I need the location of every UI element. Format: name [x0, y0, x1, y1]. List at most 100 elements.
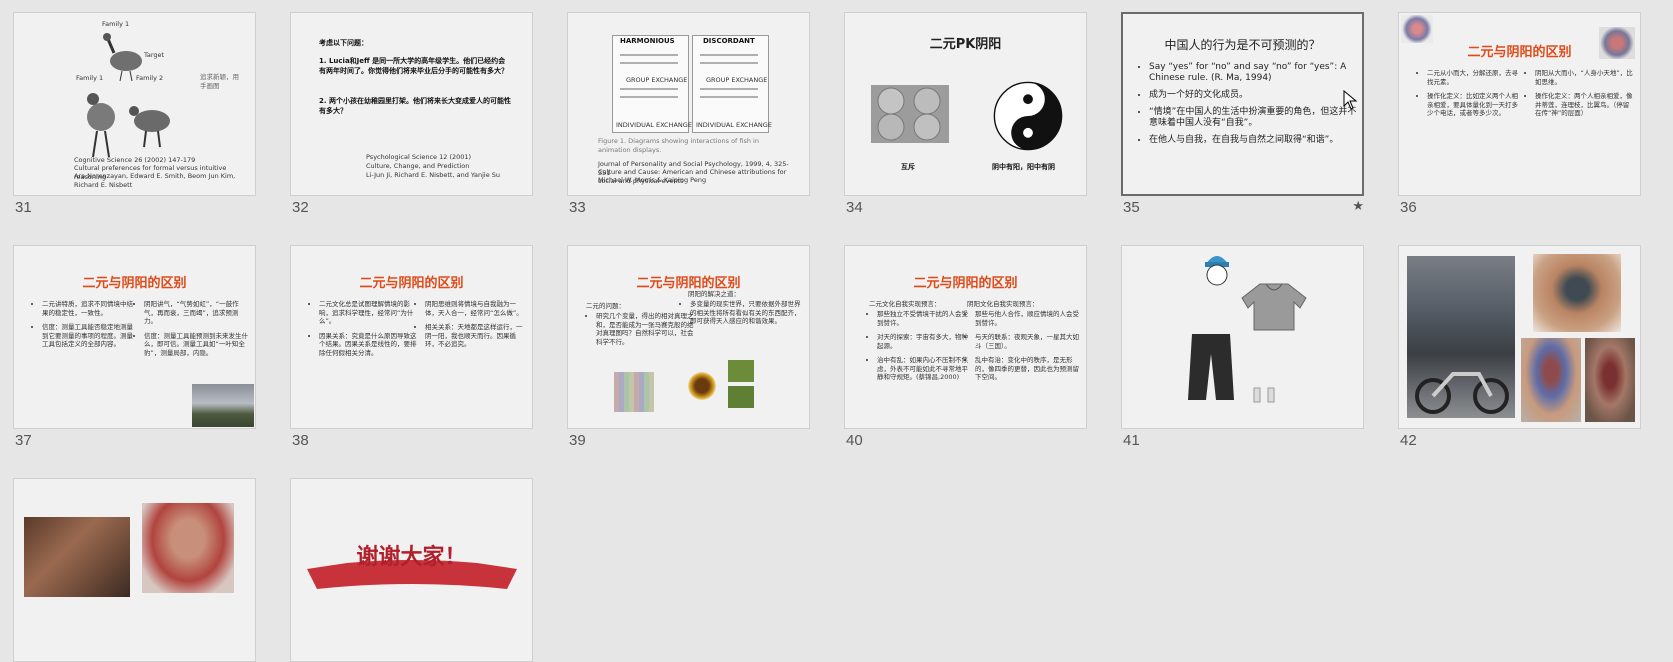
socks-image — [1253, 387, 1275, 403]
jeans-image — [1188, 334, 1234, 400]
reference: Psychological Science 12 (2001) — [366, 153, 472, 161]
plant-image-top — [728, 360, 754, 382]
bird-figure-right — [129, 106, 170, 148]
bullet-item: 二元文化总是试图理解情境的影响，追求科学理性，经常问“为什么”。 — [319, 300, 419, 326]
column-heading: 阴阳文化自我实现预言： — [967, 300, 1039, 308]
reference: Li-Jun Ji, Richard E. Nisbett, and Yanji… — [366, 171, 501, 179]
bullet-item: 那些独立不受情境干扰的人会受到赞许。 — [877, 310, 973, 327]
slide-preview[interactable] — [13, 478, 256, 662]
slide-preview[interactable]: 二元与阴阳的区别 二元讲特质，追求不同情境中结果的稳定性，一致性。 信度：测量工… — [13, 245, 256, 429]
bullet-item: 二元从小而大，分解还原，去寻找元素。 — [1427, 69, 1522, 86]
bullet-item: 信度：测量工具能否稳定地测量到它要测量的事项的程度。测量工具包括定义的全部内容。 — [42, 323, 137, 349]
plant-image-bottom — [728, 386, 754, 408]
panel-footer: INDIVIDUAL EXCHANGE — [616, 121, 692, 129]
slide-number: 36 — [1400, 199, 1417, 216]
back-tattoo-photo-2 — [1585, 338, 1635, 422]
bullet-list-right: 多变量的现实世界，只要依据外部世界的相关性将所有看似有关的东西配齐，即可获得天人… — [680, 300, 805, 332]
beanie-face-image — [1205, 256, 1229, 286]
slide-label: Target — [144, 51, 165, 59]
slide-number: 37 — [15, 432, 32, 449]
slide-title: 二元PK阴阳 — [929, 37, 1002, 52]
bullet-list-left: 二元讲特质，追求不同情境中结果的稳定性，一致性。 信度：测量工具能否稳定地测量到… — [32, 300, 137, 355]
slide-title: 二元与阴阳的区别 — [913, 276, 1018, 291]
column-heading: 阴阳的解决之道： — [688, 290, 740, 298]
bullet-item: 对天的探索：宇宙有多大，物种起源。 — [877, 333, 973, 350]
bullet-item: 相关关系：天地都是这样运行，一阴一阳，我也顺天而行。因果循环，不必追究。 — [425, 323, 527, 349]
coins-image — [871, 85, 949, 143]
bullet-item: 信度：测量工具能预测到未来发生什么，即可信。测量工具如“一叶知全豹”，测量局部，… — [144, 332, 250, 358]
slide-number: 34 — [846, 199, 863, 216]
bullet-item: 乱中有治：变化中的秩序，是无形的，像四季的更替，因此也为预测留下空间。 — [975, 356, 1079, 382]
bullet-item: Say “yes” for “no” and say “no” for “yes… — [1149, 62, 1359, 84]
slide-number: 38 — [292, 432, 309, 449]
slide-label: Family 2 — [136, 74, 164, 82]
bird-figure-left — [87, 93, 115, 158]
bullet-list-left: 那些独立不受情境干扰的人会受到赞许。 对天的探索：宇宙有多大，物种起源。 治中有… — [867, 310, 973, 388]
bullet-item: 因果关系：究竟是什么原因导致这个结果。因果关系是线性的，要排除任何假相关分清。 — [319, 332, 419, 358]
slide-preview[interactable]: 二元与阴阳的区别 二元文化总是试图理解情境的影响，追求科学理性，经常问“为什么”… — [290, 245, 533, 429]
panel-header: DISCORDANT — [703, 37, 755, 45]
bullet-item: “情境”在中国人的生活中扮演重要的角色，但这并不意味着中国人没有“自我”。 — [1149, 107, 1359, 129]
panel-header: HARMONIOUS — [620, 37, 675, 45]
slide-number: 41 — [1123, 432, 1140, 449]
bullet-list: Say “yes” for “no” and say “no” for “yes… — [1139, 62, 1359, 152]
bullet-list-left: 二元从小而大，分解还原，去寻找元素。 操作化定义：比如定义两个人相亲相爱，要具体… — [1417, 69, 1522, 124]
slide-preview[interactable]: HARMONIOUS DISCORDANT GROUP EXCHANGE GRO… — [567, 12, 810, 196]
slide-preview[interactable]: 考虑以下问题： 1. Lucia和Jeff 是同一所大学的高年级学生。他们已经约… — [290, 12, 533, 196]
figure-caption: Figure 1. Diagrams showing interactions … — [598, 137, 759, 154]
slide-heading: 考虑以下问题： — [319, 39, 368, 47]
slide-title: 二元与阴阳的区别 — [1467, 45, 1572, 60]
slide-preview[interactable]: 中国人的行为是不可预测的？ Say “yes” for “no” and say… — [1121, 12, 1364, 196]
coins-label: 互斥 — [901, 163, 915, 171]
question-2: 2. 两个小孩在幼稚园里打架。他们将来长大变成爱人的可能性有多大？ — [319, 97, 511, 115]
yin-yang-icon — [993, 81, 1063, 151]
bullet-list-right: 阴阳思维则将情境与自我融为一体，天人合一，经常问“怎么做”。 相关关系：天地都是… — [415, 300, 527, 355]
slide-title: 中国人的行为是不可预测的？ — [1164, 38, 1321, 52]
slide-label: Family 1 — [76, 74, 104, 82]
citation: Ara Norenzayan, Edward E. Smith, Beom Ju… — [74, 172, 236, 189]
handwritten-notes: 追求新颖，用手画图 — [200, 73, 239, 90]
bullet-item: 与天的联系：夜观天象，一星其大如斗（三国）。 — [975, 333, 1079, 350]
bullet-item: 二元讲特质，追求不同情境中结果的稳定性，一致性。 — [42, 300, 137, 317]
sunflower-image — [688, 372, 716, 400]
panel-footer: INDIVIDUAL EXCHANGE — [696, 121, 772, 129]
bullet-item: 阴阳思维则将情境与自我融为一体，天人合一，经常问“怎么做”。 — [425, 300, 527, 317]
bullet-list-right: 阴阳讲气，“气势如虹”，“一鼓作气，再而衰，三而竭”，追求预测力。 信度：测量工… — [134, 300, 250, 363]
slide-number: 42 — [1400, 432, 1417, 449]
column-heading: 二元文化自我实现预言： — [869, 300, 941, 308]
bullet-item: 那些与他人合作，顺应情境的人会受到赞许。 — [975, 310, 1079, 327]
bullet-item: 操作化定义：比如定义两个人相亲相爱，要具体量化到一天打多少个电话，或者等多少次。 — [1427, 92, 1522, 118]
bullet-list-right: 那些与他人合作，顺应情境的人会受到赞许。 与天的联系：夜观天象，一星其大如斗（三… — [965, 310, 1079, 388]
slide-preview[interactable]: Family 1 Target Family 1 Family 2 追求新颖，用… — [13, 12, 256, 196]
slide-number: 33 — [569, 199, 586, 216]
slide-preview[interactable] — [1121, 245, 1364, 429]
tattoo-arm-photo — [24, 517, 130, 597]
slide-title: 二元与阴阳的区别 — [82, 276, 187, 291]
star-icon[interactable]: ★ — [1352, 199, 1364, 214]
bullet-list-left: 二元文化总是试图理解情境的影响，追求科学理性，经常问“为什么”。 因果关系：究竟… — [309, 300, 419, 363]
bullet-item: 多变量的现实世界，只要依据外部世界的相关性将所有看似有关的东西配齐，即可获得天人… — [690, 300, 805, 326]
reference: Culture, Change, and Prediction — [366, 162, 470, 170]
mosaic-image — [614, 372, 654, 412]
yin-yang-label: 阴中有阳，阳中有阴 — [992, 163, 1055, 171]
bullet-item: 阴阳从大而小，“人身小天地”，比如思维。 — [1535, 69, 1635, 86]
reference: Michael W. Morris & Kaiping Peng — [598, 176, 707, 184]
slide-preview[interactable]: 二元与阴阳的区别 二元文化自我实现预言： 阴阳文化自我实现预言： 那些独立不受情… — [844, 245, 1087, 429]
slide-title: 二元与阴阳的区别 — [636, 276, 741, 291]
tattoo-face-photo — [142, 503, 234, 593]
slide-preview[interactable] — [1398, 245, 1641, 429]
mouse-cursor-icon — [1343, 90, 1357, 110]
slide-number: 32 — [292, 199, 309, 216]
fish-arrows — [620, 54, 758, 98]
bullet-item: 治中有乱：如果内心不压制不焦虑，外表不可能如此不寻常地平静和守规矩。(蔡锦昌,2… — [877, 356, 973, 382]
slide-preview[interactable]: 二元PK阴阳 互斥 阴中有阳，阳中有阴 — [844, 12, 1087, 196]
motorcycle-shape — [1415, 372, 1509, 414]
slide-preview[interactable]: 二元与阴阳的区别 二元的问题： 阴阳的解决之道： 研究几个变量，得出的相对真理之… — [567, 245, 810, 429]
slide-preview[interactable]: 谢谢大家！ — [290, 478, 533, 662]
landscape-photo — [192, 384, 254, 427]
bullet-item: 阴阳讲气，“气势如虹”，“一鼓作气，再而衰，三而竭”，追求预测力。 — [144, 300, 250, 326]
tattoo-image-left — [1401, 15, 1433, 43]
slide-number: 39 — [569, 432, 586, 449]
slide-preview[interactable]: 二元与阴阳的区别 二元从小而大，分解还原，去寻找元素。 操作化定义：比如定义两个… — [1398, 12, 1641, 196]
bullet-item: 在他人与自我，在自我与自然之间取得“和谐”。 — [1149, 135, 1359, 146]
